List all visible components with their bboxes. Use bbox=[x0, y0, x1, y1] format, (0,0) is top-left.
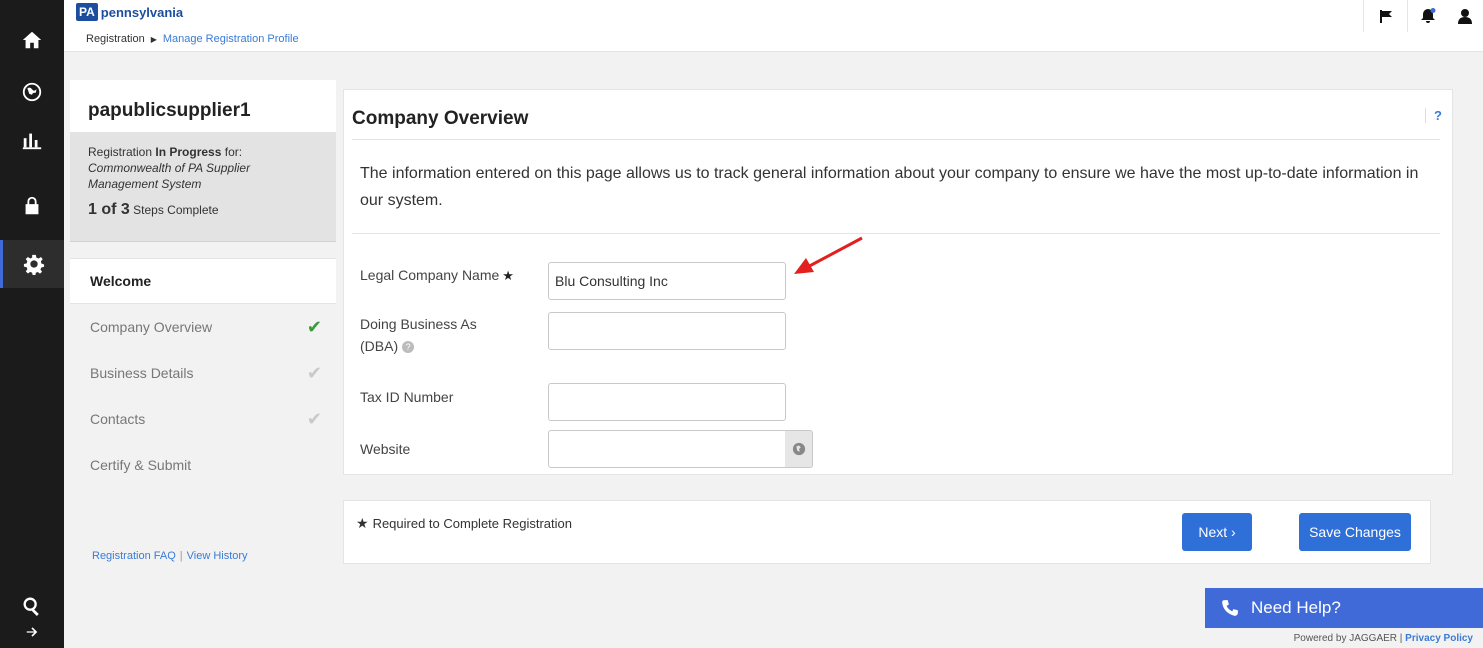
save-changes-button[interactable]: Save Changes bbox=[1299, 513, 1411, 551]
bar-chart-icon[interactable] bbox=[0, 116, 64, 164]
breadcrumb-manage-profile[interactable]: Manage Registration Profile bbox=[163, 33, 299, 45]
intro-divider bbox=[352, 233, 1440, 234]
user-icon[interactable] bbox=[1447, 0, 1483, 32]
nav-rail bbox=[0, 0, 64, 648]
title-divider bbox=[352, 139, 1440, 140]
check-done-icon: ✔ bbox=[306, 316, 322, 337]
next-button[interactable]: Next › bbox=[1182, 513, 1252, 551]
dba-input[interactable] bbox=[548, 312, 786, 350]
powered-by-footer: Powered by JAGGAER | Privacy Policy bbox=[1293, 633, 1473, 644]
flag-icon[interactable] bbox=[1363, 0, 1407, 32]
step-business-details[interactable]: Business Details ✔ bbox=[70, 350, 336, 396]
company-overview-card: Company Overview ? The information enter… bbox=[343, 89, 1453, 475]
arrow-right-icon[interactable] bbox=[0, 616, 64, 648]
action-bar: ★ Required to Complete Registration Next … bbox=[343, 500, 1431, 564]
breadcrumb-separator-icon: ▶ bbox=[150, 34, 157, 44]
required-star-icon: ★ bbox=[356, 515, 369, 531]
registration-status-box: Registration In Progress for: Commonweal… bbox=[70, 132, 336, 242]
check-pending-icon: ✔ bbox=[306, 408, 322, 429]
tax-id-input[interactable] bbox=[548, 383, 786, 421]
annotation-arrow-icon bbox=[794, 236, 863, 274]
dba-label: Doing Business As (DBA)? bbox=[360, 316, 477, 354]
breadcrumb: Registration ▶ Manage Registration Profi… bbox=[86, 33, 299, 45]
registration-status: Registration In Progress for: bbox=[88, 145, 243, 159]
supplier-name: papublicsupplier1 bbox=[70, 80, 336, 132]
registration-faq-link[interactable]: Registration FAQ bbox=[92, 550, 176, 562]
legal-company-name-input[interactable] bbox=[548, 262, 786, 300]
gear-icon[interactable] bbox=[0, 240, 64, 288]
privacy-policy-link[interactable]: Privacy Policy bbox=[1405, 633, 1473, 644]
panel-links: Registration FAQ | View History bbox=[92, 550, 248, 562]
registration-steps-panel: papublicsupplier1 Registration In Progre… bbox=[70, 80, 336, 580]
logo-badge: PA bbox=[76, 3, 98, 21]
link-separator: | bbox=[179, 550, 183, 562]
pa-logo[interactable]: PA pennsylvania bbox=[76, 3, 183, 21]
legal-company-name-label: Legal Company Name ★ bbox=[360, 267, 514, 283]
check-pending-icon: ✔ bbox=[306, 362, 322, 383]
page-title: Company Overview bbox=[352, 108, 529, 129]
step-contacts[interactable]: Contacts ✔ bbox=[70, 396, 336, 442]
required-note: ★ Required to Complete Registration bbox=[356, 515, 572, 531]
intro-text: The information entered on this page all… bbox=[360, 165, 1419, 209]
tax-id-label: Tax ID Number bbox=[360, 389, 454, 405]
required-star-icon: ★ bbox=[502, 268, 514, 283]
top-header: PA pennsylvania Registration ▶ Manage Re… bbox=[64, 0, 1483, 52]
globe-addon-icon bbox=[785, 430, 813, 468]
phone-icon bbox=[1222, 600, 1238, 616]
breadcrumb-registration[interactable]: Registration bbox=[86, 33, 145, 45]
website-input[interactable] bbox=[548, 430, 786, 468]
info-icon[interactable]: ? bbox=[402, 341, 415, 354]
step-welcome[interactable]: Welcome bbox=[70, 258, 336, 304]
logo-text: pennsylvania bbox=[100, 4, 184, 20]
header-icons bbox=[1363, 0, 1483, 32]
program-name: Commonwealth of PA Supplier Management S… bbox=[88, 161, 251, 191]
bell-icon[interactable] bbox=[1407, 0, 1447, 32]
lock-icon[interactable] bbox=[0, 182, 64, 230]
website-label: Website bbox=[360, 441, 411, 457]
home-icon[interactable] bbox=[0, 16, 64, 64]
need-help-button[interactable]: Need Help? bbox=[1205, 588, 1483, 628]
view-history-link[interactable]: View History bbox=[187, 550, 248, 562]
help-icon[interactable]: ? bbox=[1425, 108, 1442, 123]
globe-icon[interactable] bbox=[0, 68, 64, 116]
steps-complete-count: 1 of 3 Steps Complete bbox=[88, 201, 219, 218]
step-company-overview[interactable]: Company Overview ✔ bbox=[70, 304, 336, 350]
step-certify-submit[interactable]: Certify & Submit bbox=[70, 442, 336, 488]
